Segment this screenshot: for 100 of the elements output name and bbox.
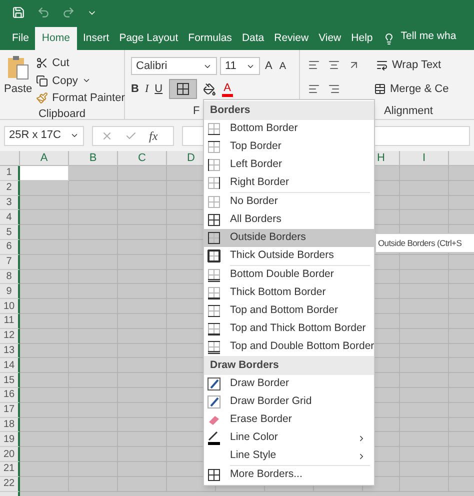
row-header[interactable]: 21 <box>0 462 20 477</box>
bold-button[interactable]: B <box>131 80 139 98</box>
fill-color-icon[interactable] <box>202 82 216 96</box>
lightbulb-icon[interactable] <box>382 33 395 45</box>
row-header[interactable]: 9 <box>0 284 20 300</box>
menu-item[interactable]: Erase Border <box>204 411 374 429</box>
sheet-cell[interactable] <box>20 344 69 358</box>
menu-item[interactable]: Thick Bottom Border <box>204 284 374 302</box>
column-header[interactable]: I <box>400 151 449 165</box>
align-left-icon[interactable] <box>308 82 320 95</box>
row-header[interactable]: 18 <box>0 418 20 432</box>
italic-button[interactable]: I <box>144 80 149 98</box>
ribbon-tab[interactable]: File <box>8 27 33 50</box>
sheet-cell[interactable] <box>20 328 69 344</box>
row-header[interactable]: 16 <box>0 388 20 403</box>
enter-icon[interactable] <box>125 130 137 142</box>
top-align-icon[interactable] <box>308 59 320 72</box>
sheet-cell[interactable] <box>20 210 69 226</box>
row-header[interactable]: 3 <box>0 196 20 210</box>
tell-me-field[interactable]: Tell me wha <box>400 29 456 45</box>
cut-button[interactable]: Cut <box>36 55 125 72</box>
sheet-cell[interactable] <box>20 402 69 418</box>
menu-item[interactable]: Top and Double Bottom Border <box>204 338 374 356</box>
menu-item[interactable]: Top and Thick Bottom Border <box>204 320 374 338</box>
sheet-cell[interactable] <box>20 388 69 403</box>
column-header[interactable]: A <box>20 151 69 165</box>
ribbon-tab[interactable]: Insert <box>78 27 114 50</box>
sheet-cell[interactable] <box>20 284 69 300</box>
sheet-cell[interactable] <box>20 180 69 196</box>
font-size-field[interactable]: 11 <box>220 57 260 75</box>
menu-item[interactable]: Outside Borders <box>204 229 374 247</box>
sheet-cell[interactable] <box>20 299 69 314</box>
ribbon-tab[interactable]: Data <box>238 27 268 50</box>
row-header[interactable]: 13 <box>0 344 20 358</box>
align-right-icon[interactable] <box>328 82 340 95</box>
menu-item[interactable]: More Borders... <box>204 466 374 484</box>
ribbon-tab[interactable]: Review <box>270 27 313 50</box>
sheet-cell[interactable] <box>20 196 69 210</box>
ribbon-tab[interactable]: Formulas <box>184 27 236 50</box>
menu-item[interactable]: Line Color <box>204 429 374 447</box>
menu-item[interactable]: Draw Border Grid <box>204 393 374 411</box>
grow-font-button[interactable]: A <box>263 58 274 74</box>
format-painter-button[interactable]: Format Painter <box>36 90 125 106</box>
copy-button[interactable]: Copy <box>36 72 125 89</box>
menu-item[interactable]: Line Style <box>204 447 374 465</box>
sheet-cell[interactable] <box>20 373 69 388</box>
menu-item[interactable]: Bottom Border <box>204 120 374 138</box>
row-header[interactable]: 12 <box>0 328 20 344</box>
row-header[interactable]: 15 <box>0 373 20 388</box>
cancel-icon[interactable] <box>101 130 113 142</box>
sheet-cell[interactable] <box>20 314 69 329</box>
sheet-cell[interactable] <box>20 240 69 255</box>
sheet-cell[interactable] <box>20 447 69 462</box>
row-header[interactable]: 8 <box>0 270 20 284</box>
sheet-cell[interactable] <box>69 180 118 196</box>
menu-item[interactable]: Thick Outside Borders <box>204 247 374 265</box>
sheet-cell[interactable] <box>20 432 69 448</box>
row-header[interactable]: 19 <box>0 432 20 448</box>
font-name-field[interactable]: Calibri <box>131 57 217 75</box>
sheet-cell[interactable] <box>20 476 69 492</box>
merge-button[interactable]: Merge & Ce <box>374 80 449 97</box>
row-header[interactable]: 7 <box>0 254 20 270</box>
row-header[interactable]: 20 <box>0 447 20 462</box>
ribbon-tab[interactable]: View <box>314 27 346 50</box>
middle-align-icon[interactable] <box>328 59 340 72</box>
borders-button[interactable] <box>168 79 197 99</box>
save-icon[interactable] <box>12 6 25 19</box>
row-header[interactable]: 5 <box>0 225 20 240</box>
ribbon-tab[interactable]: Help <box>347 27 377 50</box>
menu-item[interactable]: Draw Border <box>204 375 374 393</box>
menu-item[interactable]: Right Border <box>204 174 374 192</box>
sheet-cell[interactable] <box>20 418 69 432</box>
row-header[interactable]: 10 <box>0 299 20 314</box>
sheet-cell[interactable] <box>20 225 69 240</box>
row-header[interactable]: 11 <box>0 314 20 329</box>
row-header[interactable]: 14 <box>0 358 20 374</box>
sheet-cell[interactable] <box>118 166 167 181</box>
sheet-cell[interactable] <box>20 166 69 181</box>
row-header[interactable]: 22 <box>0 476 20 492</box>
row-header[interactable]: 1 <box>0 166 20 181</box>
row-header[interactable]: 6 <box>0 240 20 255</box>
paste-button[interactable]: Paste <box>4 55 32 106</box>
shrink-font-button[interactable]: A <box>277 58 288 74</box>
sheet-cell[interactable] <box>69 166 118 181</box>
column-header[interactable]: B <box>69 151 118 165</box>
row-header[interactable]: 17 <box>0 402 20 418</box>
sheet-cell[interactable] <box>20 254 69 270</box>
wrap-text-button[interactable]: Wrap Text <box>376 57 442 74</box>
menu-item[interactable]: No Border <box>204 193 374 211</box>
row-header[interactable]: 4 <box>0 210 20 226</box>
row-header[interactable]: 2 <box>0 180 20 196</box>
insert-function-button[interactable]: fx <box>149 126 158 144</box>
column-header[interactable]: C <box>118 151 167 165</box>
underline-button[interactable]: U <box>154 80 163 98</box>
ribbon-tab[interactable]: Page Layout <box>115 27 182 50</box>
sheet-cell[interactable] <box>20 270 69 284</box>
menu-item[interactable]: Bottom Double Border <box>204 266 374 284</box>
sheet-cell[interactable] <box>20 358 69 374</box>
menu-item[interactable]: Top and Bottom Border <box>204 302 374 320</box>
name-box[interactable]: 25R x 17C <box>4 126 84 146</box>
